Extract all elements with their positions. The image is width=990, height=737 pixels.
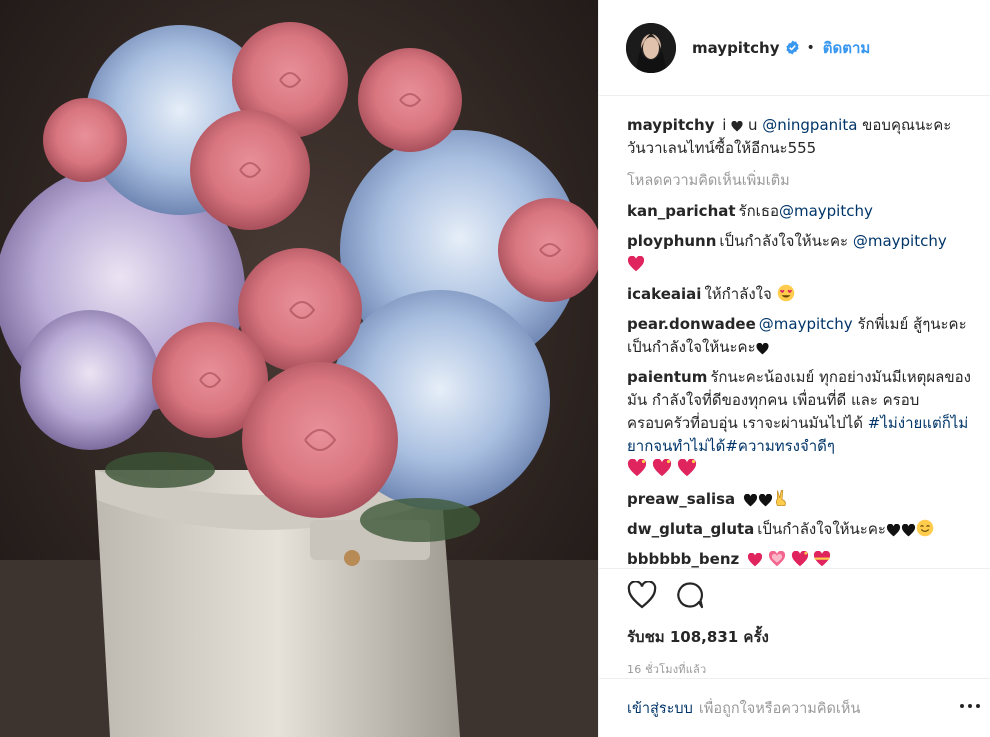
growing-heart-emoji-icon	[768, 551, 785, 567]
caption-username[interactable]: maypitchy	[627, 116, 714, 134]
heart-eyes-emoji-icon	[777, 284, 794, 302]
post-caption: maypitchy i u @ningpanita ขอบคุณนะคะ วัน…	[627, 114, 971, 160]
sparkling-heart-emoji-icon	[627, 459, 647, 477]
comment-username[interactable]: bbbbbb_benz	[627, 550, 739, 568]
post-side-panel: maypitchy • ติดตาม maypitchy i u @ningpa…	[598, 0, 990, 737]
view-count: รับชม 108,831 ครั้ง	[627, 628, 769, 646]
black-heart-icon	[731, 121, 743, 132]
sparkling-heart-emoji-icon	[791, 551, 808, 567]
post-photo[interactable]	[0, 0, 598, 737]
black-heart-emoji-icon	[758, 494, 772, 507]
comments-list[interactable]: maypitchy i u @ningpanita ขอบคุณนะคะ วัน…	[599, 96, 990, 568]
verified-badge-icon	[786, 40, 800, 55]
comment-username[interactable]: dw_gluta_gluta	[627, 520, 754, 538]
black-heart-emoji-icon	[886, 524, 900, 537]
comment-item: dw_gluta_gluta เป็นกำลังใจให้นะคะ	[627, 518, 971, 541]
comment-text: รักเธอ	[738, 202, 779, 220]
smiling-face-emoji-icon	[916, 519, 934, 537]
header-separator-dot: •	[806, 39, 815, 56]
victory-hand-emoji-icon	[775, 490, 786, 506]
caption-mention[interactable]: @ningpanita	[762, 116, 857, 134]
more-icon[interactable]	[959, 701, 981, 711]
caption-text-1: i	[717, 116, 732, 134]
heart-icon[interactable]	[627, 581, 657, 609]
login-bar: เข้าสู่ระบบ เพื่อถูกใจหรือความคิดเห็น	[599, 678, 990, 737]
comment-item: ployphunn เป็นกำลังใจให้นะคะ @maypitchy	[627, 230, 971, 276]
black-heart-emoji-icon	[743, 494, 757, 507]
black-heart-emoji-icon	[756, 343, 769, 355]
comment-mention[interactable]: @maypitchy	[779, 202, 873, 220]
red-heart-emoji-icon	[627, 256, 645, 272]
comment-username[interactable]: ployphunn	[627, 232, 716, 250]
comment-text: เป็นกำลังใจให้นะคะ	[719, 232, 853, 250]
comment-username[interactable]: icakeaiai	[627, 285, 701, 303]
red-heart-emoji-icon	[747, 553, 763, 567]
comment-username[interactable]: paientum	[627, 368, 707, 386]
comment-text: เป็นกำลังใจให้นะคะ	[757, 520, 886, 538]
heart-with-ribbon-emoji-icon	[814, 551, 831, 567]
comment-username[interactable]: preaw_salisa	[627, 490, 735, 508]
comment-icon[interactable]	[675, 581, 705, 609]
avatar[interactable]	[626, 22, 676, 73]
comment-username[interactable]: pear.donwadee	[627, 315, 756, 333]
comment-username[interactable]: kan_parichat	[627, 202, 736, 220]
flower-bouquet-image	[0, 0, 598, 737]
login-prompt-text: เพื่อถูกใจหรือความคิดเห็น	[698, 700, 861, 717]
sparkling-heart-emoji-icon	[677, 459, 696, 477]
login-link[interactable]: เข้าสู่ระบบ	[627, 697, 693, 720]
comment-mention[interactable]: @maypitchy	[759, 315, 853, 333]
black-heart-emoji-icon	[901, 524, 915, 537]
comment-mention[interactable]: @maypitchy	[853, 232, 947, 250]
post-timestamp[interactable]: 16 ชั่วโมงที่แล้ว	[627, 660, 963, 678]
header-username[interactable]: maypitchy	[692, 39, 779, 57]
comment-item: icakeaiai ให้กำลังใจ	[627, 283, 971, 306]
follow-button[interactable]: ติดตาม	[823, 36, 871, 60]
load-more-comments-button[interactable]: โหลดความคิดเห็นเพิ่มเติม	[627, 170, 971, 193]
comment-item: pear.donwadee @maypitchy รักพี่เมย์ สู้ๆน…	[627, 313, 971, 359]
sparkling-heart-emoji-icon	[652, 459, 671, 477]
caption-text-2: u	[743, 116, 763, 134]
action-icons-row	[627, 581, 963, 609]
avatar-image	[626, 22, 676, 73]
comment-item: kan_parichat รักเธอ@maypitchy	[627, 200, 971, 223]
comment-item: paientum รักนะคะน้องเมย์ ทุกอย่างมันมีเหต…	[627, 366, 971, 481]
comment-text: ให้กำลังใจ	[704, 285, 777, 303]
comment-item: bbbbbb_benz	[627, 548, 971, 568]
post-header: maypitchy • ติดตาม	[599, 0, 990, 96]
comment-item: preaw_salisa	[627, 488, 971, 511]
